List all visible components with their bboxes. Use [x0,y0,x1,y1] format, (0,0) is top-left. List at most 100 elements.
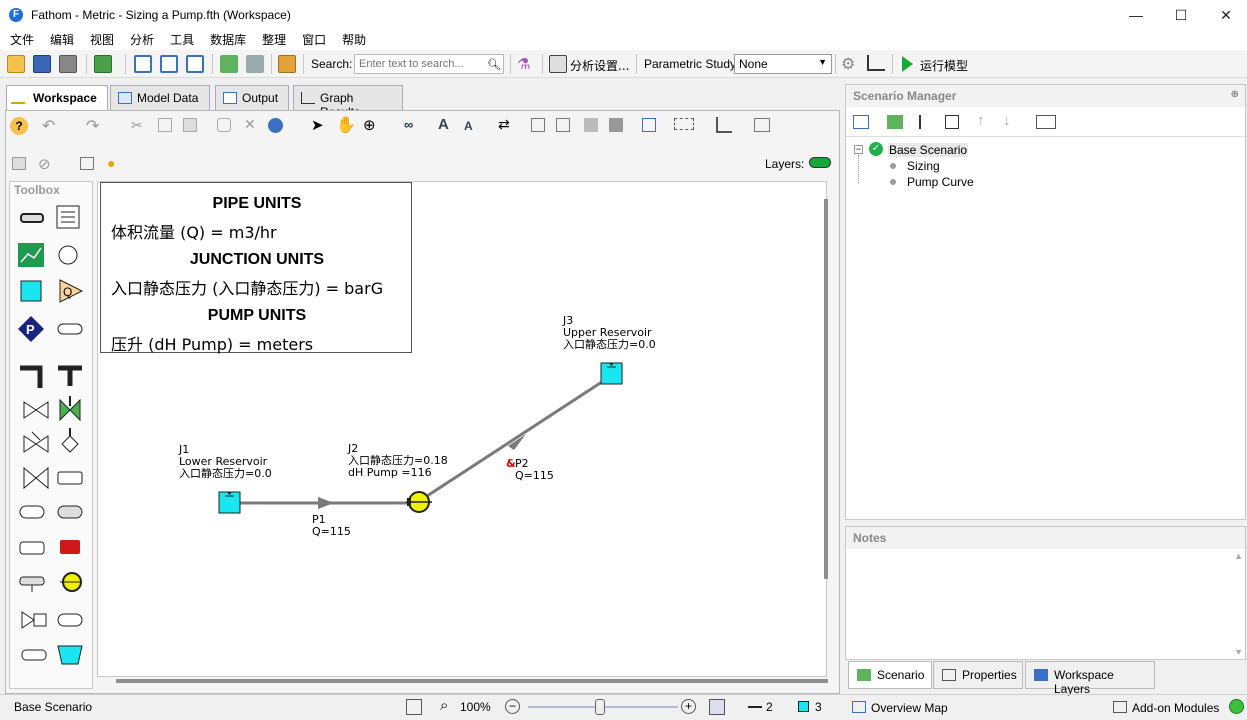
tree-icon[interactable] [220,55,238,73]
connector-tool-icon[interactable] [57,323,83,335]
layers-toggle[interactable] [809,157,831,168]
filter-tool-icon[interactable] [57,613,83,627]
scenario-child-sizing[interactable]: Sizing [907,159,940,173]
analysis-settings-button[interactable]: 分析设置... [570,57,629,74]
cut-icon[interactable]: ✂ [131,117,143,134]
parametric-study-select[interactable]: None ▼ [734,54,832,74]
notes-textarea[interactable] [846,547,1235,659]
tab-workspace[interactable]: Workspace [6,85,108,112]
close-button[interactable]: ✕ [1203,0,1247,30]
view-options-icon[interactable] [1036,115,1056,129]
scenario-root[interactable]: Base Scenario [888,143,969,157]
move-down-icon[interactable]: ↓ [1003,112,1011,129]
gear-icon[interactable]: ⚙ [841,54,855,74]
list-icon[interactable] [12,157,26,170]
maximize-button[interactable]: ☐ [1158,0,1204,30]
lightbulb-icon[interactable]: ● [107,155,115,171]
volume-balance-tool-icon[interactable] [21,611,47,629]
font-larger-icon[interactable]: A [438,116,449,133]
tee-tool-icon[interactable] [58,365,82,386]
tab-properties[interactable]: Properties [933,661,1023,689]
axis-icon[interactable] [716,117,732,133]
vertical-scrollbar[interactable] [824,199,828,579]
copy-icon[interactable] [158,118,172,132]
bend-tool-icon[interactable] [20,365,43,388]
menu-database[interactable]: 数据库 [202,31,254,49]
properties-icon[interactable] [80,157,94,170]
flip-icon[interactable]: ⇄ [498,116,510,133]
menu-arrange[interactable]: 整理 [254,31,294,49]
tab-graph-results[interactable]: Graph Results [293,85,403,119]
zoom-icon-status[interactable]: ⌕ [440,697,448,714]
help-icon[interactable]: ? [10,117,28,135]
overview-icon[interactable] [709,699,725,715]
font-smaller-icon[interactable]: A [464,119,473,133]
menu-edit[interactable]: 编辑 [42,31,82,49]
disable-icon[interactable]: ⊘ [38,155,51,173]
undo-icon[interactable]: ↶ [42,116,55,136]
heat-exchanger-tool-icon[interactable] [57,505,83,519]
zoom-icon[interactable]: ⊕ [363,116,376,134]
move-up-icon[interactable]: ↑ [977,112,985,129]
spray-tool-icon[interactable] [19,505,45,519]
scroll-up-icon[interactable]: ▲ [1234,551,1243,561]
area-change-tool-icon[interactable] [57,471,83,485]
menu-file[interactable]: 文件 [2,31,42,49]
reservoir-tool-icon[interactable] [20,280,42,302]
scenario-child-pump-curve[interactable]: Pump Curve [907,175,974,189]
network-icon[interactable] [642,118,656,132]
new-scenario-icon[interactable] [853,115,869,129]
notes-icon[interactable] [278,55,296,73]
align-icon[interactable] [531,118,545,132]
graph-icon[interactable] [867,55,885,71]
analysis-settings-icon[interactable] [549,55,567,73]
tab-model-data[interactable]: Model Data [110,85,210,111]
heater-tool-icon[interactable] [60,540,80,554]
arrange-icon[interactable] [754,118,770,132]
addon-modules-button[interactable]: Add-on Modules [1132,701,1219,715]
group-icon[interactable] [217,118,231,132]
sprinkler-tool-icon[interactable] [19,576,45,592]
reservoir-j3[interactable] [600,362,623,385]
tank-tool-icon[interactable] [57,645,83,665]
fit-view-icon[interactable] [406,699,422,715]
pump-tool-icon[interactable] [60,572,82,592]
scroll-down-icon[interactable]: ▼ [1234,647,1243,657]
menu-tools[interactable]: 工具 [162,31,202,49]
pump-p-tool-icon[interactable]: P [18,316,44,342]
lock-icon[interactable] [584,118,598,132]
junction-circle-tool-icon[interactable] [58,245,78,265]
sort-icon[interactable] [919,115,935,129]
reservoir-j1[interactable] [218,491,241,514]
print-icon[interactable] [59,55,77,73]
pin-icon[interactable]: ⊕ [1231,89,1239,100]
open-icon[interactable] [7,55,25,73]
orifice-tool-icon[interactable] [19,541,45,555]
layer-icon[interactable] [609,118,623,132]
split-horizontal-icon[interactable] [186,55,204,73]
align2-icon[interactable] [556,118,570,132]
select-arrow-icon[interactable]: ➤ [311,116,324,134]
control-valve-tool-icon[interactable] [61,428,79,453]
menu-view[interactable]: 视图 [82,31,122,49]
overview-map-button[interactable]: Overview Map [871,701,948,715]
run-model-button[interactable]: 运行模型 [920,57,968,74]
flask-icon[interactable]: ⚗ [517,55,530,73]
split-vertical-icon[interactable] [160,55,178,73]
annotation-tool-icon[interactable] [56,205,80,229]
grid-icon[interactable] [674,118,694,130]
zoom-out-button[interactable]: − [505,699,520,714]
copy-model-icon[interactable] [94,55,112,73]
compare-icon[interactable] [246,55,264,73]
valve-tool-icon[interactable] [23,401,49,419]
gate-valve-tool-icon[interactable] [23,466,49,490]
filter-icon[interactable] [945,115,959,129]
horizontal-scrollbar[interactable] [116,679,828,683]
flow-source-tool-icon[interactable]: Q [59,279,84,303]
single-view-icon[interactable] [134,55,152,73]
run-icon[interactable] [902,56,913,72]
collapse-icon[interactable]: − [854,145,863,154]
delete-icon[interactable]: ✕ [244,116,256,133]
tab-workspace-layers[interactable]: Workspace Layers [1025,661,1155,696]
menu-analysis[interactable]: 分析 [122,31,162,49]
